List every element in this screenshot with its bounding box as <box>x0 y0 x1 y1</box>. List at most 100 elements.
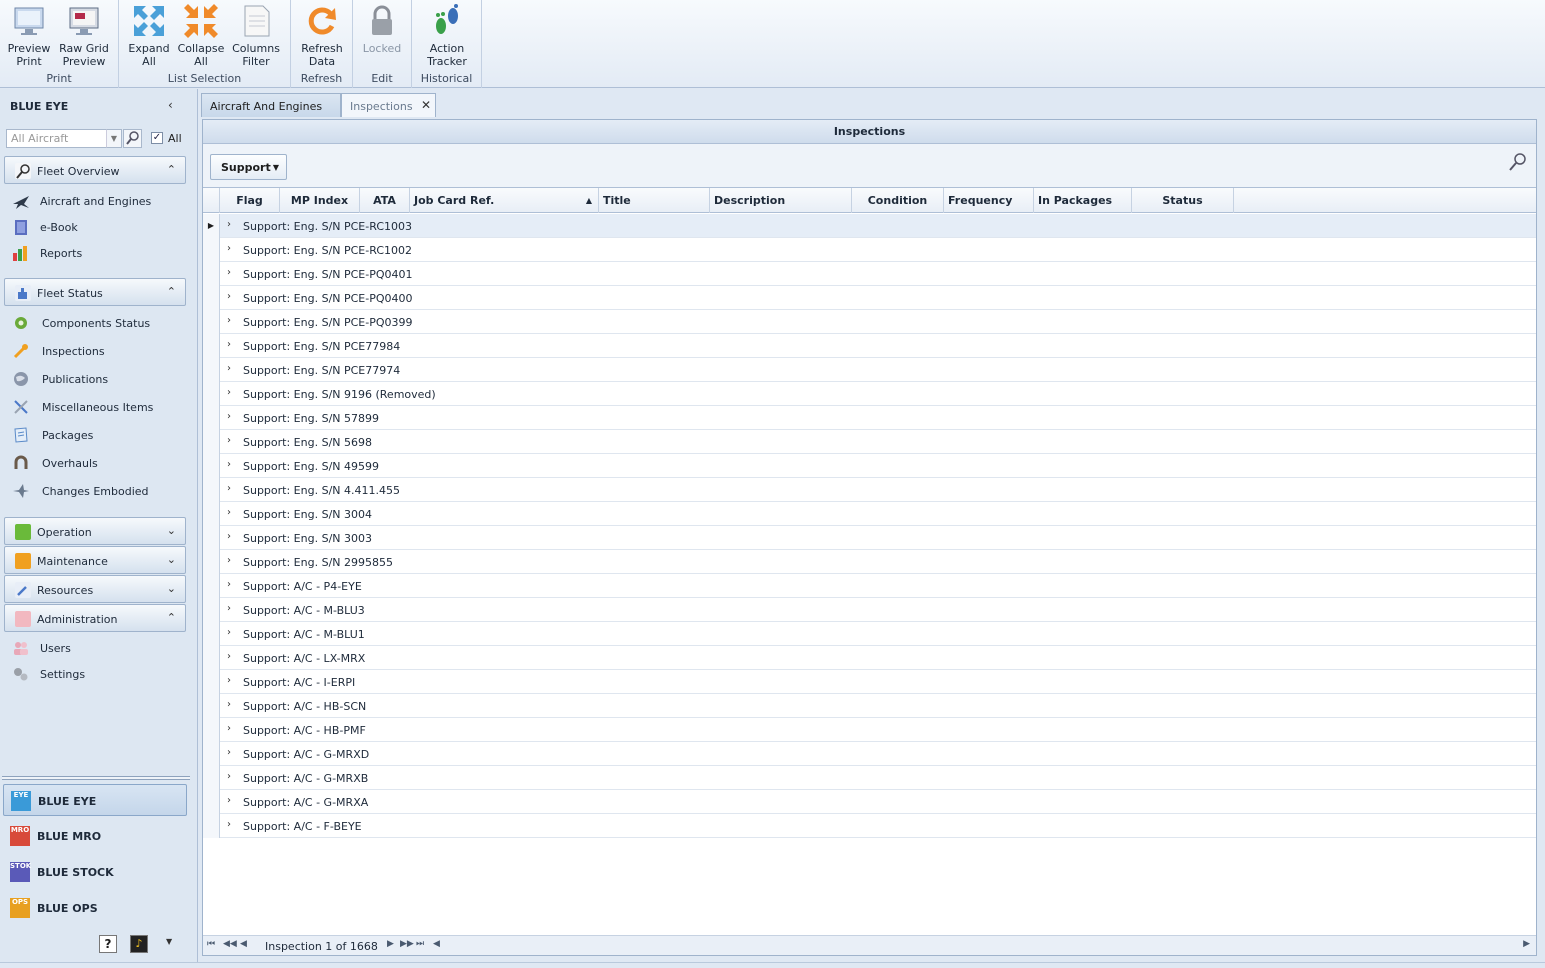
expand-row-icon[interactable]: › <box>227 387 231 398</box>
table-row[interactable]: › Support: Eng. S/N PCE-PQ0399 <box>203 310 1536 334</box>
row-indicator[interactable] <box>203 454 220 478</box>
expand-row-icon[interactable]: › <box>227 363 231 374</box>
table-row[interactable]: › Support: Eng. S/N 3003 <box>203 526 1536 550</box>
collapse-sidebar-icon[interactable]: ‹ <box>168 98 173 112</box>
expand-row-icon[interactable]: › <box>227 531 231 542</box>
collapse-all-button[interactable]: Collapse All <box>177 4 225 68</box>
sidebar-item-packages[interactable]: Packages <box>12 425 186 445</box>
sidebar-item-aircraft-and-engines[interactable]: Aircraft and Engines <box>12 191 186 211</box>
row-indicator[interactable] <box>203 814 220 838</box>
expand-row-icon[interactable]: › <box>227 675 231 686</box>
section-operation[interactable]: Operation ⌄ <box>4 517 186 545</box>
table-row[interactable]: › Support: Eng. S/N 9196 (Removed) <box>203 382 1536 406</box>
section-fleet-status[interactable]: Fleet Status ⌃ <box>4 278 186 306</box>
row-indicator[interactable] <box>203 526 220 550</box>
row-indicator[interactable] <box>203 718 220 742</box>
expand-row-icon[interactable]: › <box>227 483 231 494</box>
last-page-icon[interactable]: ⏭ <box>416 939 424 949</box>
expand-row-icon[interactable]: › <box>227 747 231 758</box>
app-blue-ops[interactable]: OPS BLUE OPS <box>3 892 187 924</box>
first-page-icon[interactable]: ⏮ <box>207 939 215 949</box>
expand-row-icon[interactable]: › <box>227 291 231 302</box>
previous-page-icon[interactable]: ◀ <box>240 939 247 949</box>
action-tracker-icon[interactable]: ♪ <box>130 935 148 953</box>
expand-row-icon[interactable]: › <box>227 459 231 470</box>
table-row[interactable]: › Support: A/C - F-BEYE <box>203 814 1536 838</box>
expand-row-icon[interactable]: › <box>227 219 231 230</box>
expand-row-icon[interactable]: › <box>227 795 231 806</box>
table-row[interactable]: › Support: Eng. S/N 5698 <box>203 430 1536 454</box>
app-switcher-divider[interactable] <box>2 776 190 780</box>
section-resources[interactable]: Resources ⌄ <box>4 575 186 603</box>
app-blue-eye[interactable]: EYE BLUE EYE <box>3 784 187 816</box>
table-row[interactable]: › Support: Eng. S/N PCE-RC1002 <box>203 238 1536 262</box>
raw-grid-preview-button[interactable]: Raw Grid Preview <box>58 4 110 68</box>
expand-row-icon[interactable]: › <box>227 603 231 614</box>
column-header-mp-index[interactable]: MP Index <box>280 188 360 213</box>
row-indicator[interactable] <box>203 790 220 814</box>
table-row[interactable]: › Support: A/C - G-MRXD <box>203 742 1536 766</box>
section-administration[interactable]: Administration ⌃ <box>4 604 186 632</box>
section-fleet-overview[interactable]: Fleet Overview ⌃ <box>4 156 186 184</box>
aircraft-filter-input[interactable]: All Aircraft <box>6 129 122 148</box>
table-row[interactable]: › Support: A/C - LX-MRX <box>203 646 1536 670</box>
action-tracker-button[interactable]: Action Tracker <box>424 4 470 68</box>
all-checkbox[interactable]: ✓ <box>151 132 163 144</box>
expand-row-icon[interactable]: › <box>227 651 231 662</box>
sidebar-item-e-book[interactable]: e-Book <box>12 217 186 237</box>
row-indicator[interactable] <box>203 502 220 526</box>
section-maintenance[interactable]: Maintenance ⌄ <box>4 546 186 574</box>
expand-row-icon[interactable]: › <box>227 555 231 566</box>
row-indicator[interactable] <box>203 430 220 454</box>
table-row[interactable]: › Support: Eng. S/N PCE77984 <box>203 334 1536 358</box>
sidebar-item-inspections[interactable]: Inspections <box>12 341 186 361</box>
expand-row-icon[interactable]: › <box>227 411 231 422</box>
table-row[interactable]: › Support: A/C - M-BLU3 <box>203 598 1536 622</box>
table-row[interactable]: › Support: Eng. S/N PCE-PQ0400 <box>203 286 1536 310</box>
expand-row-icon[interactable]: › <box>227 243 231 254</box>
tab-aircraft-and-engines[interactable]: Aircraft And Engines <box>201 93 341 117</box>
expand-row-icon[interactable]: › <box>227 267 231 278</box>
row-indicator[interactable] <box>203 550 220 574</box>
close-icon[interactable]: ✕ <box>421 98 431 112</box>
next-page-group-icon[interactable]: ▶▶ <box>400 939 414 949</box>
scroll-right-icon[interactable]: ▶ <box>1523 939 1530 949</box>
column-header-condition[interactable]: Condition <box>852 188 944 213</box>
table-row[interactable]: › Support: Eng. S/N 2995855 <box>203 550 1536 574</box>
column-header-status[interactable]: Status <box>1132 188 1234 213</box>
app-blue-mro[interactable]: MRO BLUE MRO <box>3 820 187 852</box>
scroll-left-icon[interactable]: ◀ <box>433 939 440 949</box>
row-indicator[interactable] <box>203 766 220 790</box>
search-icon[interactable] <box>1508 152 1528 172</box>
row-indicator[interactable] <box>203 310 220 334</box>
table-row[interactable]: › Support: Eng. S/N 3004 <box>203 502 1536 526</box>
chevron-down-icon[interactable]: ▼ <box>106 129 122 148</box>
table-row[interactable]: ▶ › Support: Eng. S/N PCE-RC1003 <box>203 214 1536 238</box>
row-indicator[interactable] <box>203 382 220 406</box>
sidebar-item-changes-embodied[interactable]: Changes Embodied <box>12 481 186 501</box>
table-row[interactable]: › Support: Eng. S/N PCE-PQ0401 <box>203 262 1536 286</box>
column-header-title[interactable]: Title <box>599 188 710 213</box>
column-header-description[interactable]: Description <box>710 188 852 213</box>
sidebar-item-reports[interactable]: Reports <box>12 243 186 263</box>
table-row[interactable]: › Support: A/C - HB-PMF <box>203 718 1536 742</box>
sidebar-item-miscellaneous-items[interactable]: Miscellaneous Items <box>12 397 186 417</box>
row-indicator[interactable] <box>203 334 220 358</box>
row-indicator[interactable] <box>203 670 220 694</box>
expand-row-icon[interactable]: › <box>227 435 231 446</box>
help-icon[interactable]: ? <box>99 935 117 953</box>
table-row[interactable]: › Support: Eng. S/N 49599 <box>203 454 1536 478</box>
table-row[interactable]: › Support: A/C - G-MRXB <box>203 766 1536 790</box>
expand-row-icon[interactable]: › <box>227 579 231 590</box>
row-indicator[interactable] <box>203 286 220 310</box>
search-button[interactable] <box>123 129 142 148</box>
row-indicator[interactable] <box>203 406 220 430</box>
sidebar-item-overhauls[interactable]: Overhauls <box>12 453 186 473</box>
sidebar-item-publications[interactable]: Publications <box>12 369 186 389</box>
row-indicator[interactable] <box>203 622 220 646</box>
row-indicator[interactable] <box>203 358 220 382</box>
row-indicator[interactable] <box>203 598 220 622</box>
row-indicator[interactable] <box>203 478 220 502</box>
column-header-in-packages[interactable]: In Packages <box>1034 188 1132 213</box>
expand-row-icon[interactable]: › <box>227 627 231 638</box>
